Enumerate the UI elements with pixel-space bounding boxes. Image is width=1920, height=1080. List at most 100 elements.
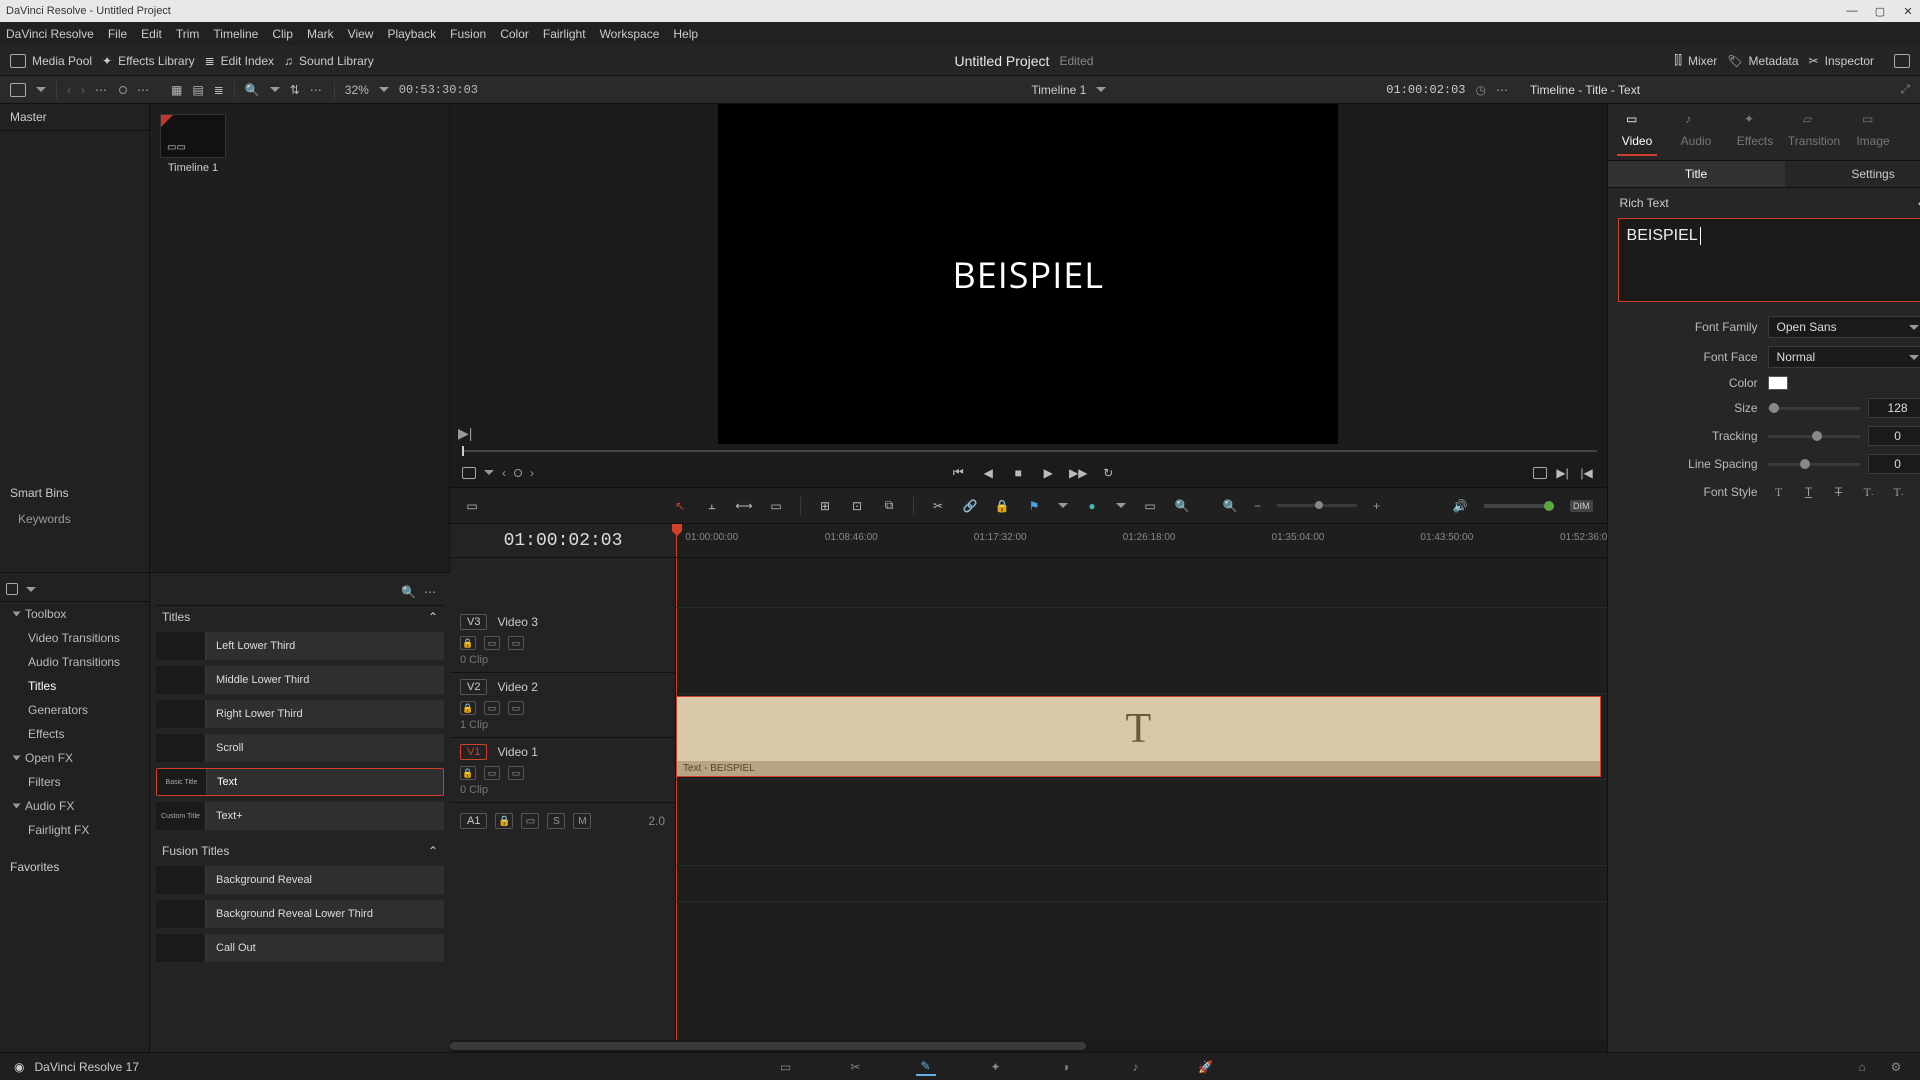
auto-select-icon[interactable]: ▭ [484, 766, 500, 780]
track-header-a1[interactable]: A1 🔒 ▭ S M 2.0 [450, 803, 675, 839]
metadata-toggle[interactable]: 🏷Metadata [1727, 54, 1798, 68]
options-icon[interactable]: ⋯ [310, 83, 324, 97]
chevron-down-icon[interactable] [379, 87, 389, 92]
search-icon[interactable]: 🔍 [245, 83, 260, 97]
goto-out-icon[interactable]: |◀ [1579, 465, 1595, 481]
zoom-level[interactable]: 32% [345, 83, 369, 97]
style-superscript-icon[interactable]: T. [1858, 482, 1880, 502]
expand-icon[interactable]: ⤢ [1900, 82, 1910, 97]
style-strike-icon[interactable]: T [1828, 482, 1850, 502]
sort-icon[interactable]: ⇅ [290, 83, 300, 97]
menu-item[interactable]: File [108, 27, 127, 41]
timeline-ruler[interactable]: 01:00:00:00 01:08:46:00 01:17:32:00 01:2… [676, 524, 1607, 557]
overwrite-icon[interactable]: ⊡ [849, 498, 865, 514]
toolbox-item[interactable]: Audio Transitions [0, 650, 149, 674]
toolbox-root[interactable]: Toolbox [0, 602, 149, 626]
zoom-to-fit-icon[interactable]: 🔍 [1174, 498, 1190, 514]
prev-frame-icon[interactable]: ◀ [980, 465, 996, 481]
viewer-timecode[interactable]: 01:00:02:03 [1386, 83, 1465, 97]
title-preset[interactable]: Middle Lower Third [156, 666, 444, 694]
inspector-tab-video[interactable]: ▭Video [1610, 112, 1664, 156]
inspector-tab-audio[interactable]: ♪Audio [1669, 112, 1723, 156]
crop-icon[interactable] [1533, 467, 1547, 479]
menu-item[interactable]: Help [673, 27, 698, 41]
fullscreen-icon[interactable] [1894, 54, 1910, 68]
title-preset[interactable]: Scroll [156, 734, 444, 762]
style-underline-icon[interactable]: T [1798, 482, 1820, 502]
stop-icon[interactable]: ■ [1010, 465, 1026, 481]
toolbox-item[interactable]: Generators [0, 698, 149, 722]
collapse-icon[interactable]: ⌃ [428, 844, 438, 858]
zoom-slider[interactable] [1277, 504, 1357, 507]
menu-item[interactable]: Fusion [450, 27, 486, 41]
record-icon[interactable] [119, 86, 127, 94]
marker-icon[interactable]: ● [1084, 498, 1100, 514]
goto-in-icon[interactable]: ▶| [1555, 465, 1571, 481]
page-deliver-icon[interactable]: 🚀 [1196, 1058, 1216, 1076]
next-frame-icon[interactable]: ▶▶ [1070, 465, 1086, 481]
auto-select-icon[interactable]: ▭ [484, 636, 500, 650]
size-value[interactable]: 128 [1868, 398, 1920, 418]
timeline-view-icon[interactable]: ▭ [464, 498, 480, 514]
effects-library-toggle[interactable]: ✦Effects Library [102, 54, 195, 68]
lock-icon[interactable]: 🔒 [994, 498, 1010, 514]
chevron-down-icon[interactable] [270, 87, 280, 92]
page-edit-icon[interactable]: ✎ [916, 1058, 936, 1076]
menu-item[interactable]: View [348, 27, 374, 41]
chevron-down-icon[interactable] [1096, 87, 1106, 92]
zoom-minus-icon[interactable]: − [1254, 499, 1261, 513]
toolbox-item-titles[interactable]: Titles [0, 674, 149, 698]
trim-tool-icon[interactable]: ⫠ [704, 498, 720, 514]
timeline-name[interactable]: Timeline 1 [1031, 83, 1086, 97]
minimize-icon[interactable]: — [1846, 5, 1858, 17]
tracking-value[interactable]: 0 [1868, 426, 1920, 446]
media-clip[interactable]: ▭▭ Timeline 1 [160, 114, 226, 174]
toolbox-item[interactable]: Effects [0, 722, 149, 746]
font-family-dropdown[interactable]: Open Sans [1768, 316, 1920, 338]
sync-icon[interactable]: ◷ [1476, 83, 1486, 97]
playhead[interactable] [676, 524, 677, 557]
size-slider[interactable] [1768, 407, 1860, 410]
lock-icon[interactable]: 🔒 [460, 636, 476, 650]
viewer-options-icon[interactable]: ⋯ [1496, 83, 1510, 97]
menu-item[interactable]: Fairlight [543, 27, 586, 41]
inspector-tab-effects[interactable]: ✦Effects [1728, 112, 1782, 156]
panel-icon[interactable] [6, 583, 18, 595]
mute-icon[interactable]: 🔊 [1452, 498, 1468, 514]
disable-icon[interactable]: ▭ [508, 636, 524, 650]
dynamic-trim-icon[interactable]: ⟷ [736, 498, 752, 514]
color-swatch[interactable] [1768, 376, 1788, 390]
volume-slider[interactable] [1484, 504, 1554, 508]
inspector-subtab-settings[interactable]: Settings [1785, 161, 1920, 187]
menu-item[interactable]: DaVinci Resolve [6, 27, 94, 41]
first-frame-icon[interactable]: ⏮ [950, 465, 966, 481]
fusion-title-preset[interactable]: Background Reveal [156, 866, 444, 894]
menu-item[interactable]: Clip [272, 27, 293, 41]
maximize-icon[interactable]: ▢ [1874, 5, 1886, 17]
jog-bar[interactable] [450, 444, 1607, 458]
mixer-toggle[interactable]: ⫿⫿Mixer [1674, 53, 1717, 68]
edit-index-toggle[interactable]: ≣Edit Index [205, 54, 274, 68]
match-frame-icon[interactable] [462, 467, 476, 479]
linespacing-slider[interactable] [1768, 463, 1860, 466]
title-preset-text[interactable]: Basic TitleText [156, 768, 444, 796]
auto-select-icon[interactable]: ▭ [484, 701, 500, 715]
master-bin[interactable]: Master [0, 104, 149, 131]
menu-item[interactable]: Playback [387, 27, 436, 41]
title-preset[interactable]: Custom TitleText+ [156, 802, 444, 830]
menu-item[interactable]: Timeline [213, 27, 258, 41]
insert-icon[interactable]: ⊞ [817, 498, 833, 514]
selection-tool-icon[interactable]: ↖ [672, 498, 688, 514]
nav-fwd-icon[interactable]: › [81, 83, 85, 97]
page-media-icon[interactable]: ▭ [776, 1058, 796, 1076]
zoom-plus-icon[interactable]: + [1373, 499, 1380, 513]
mute-button[interactable]: M [573, 813, 591, 829]
home-icon[interactable]: ⌂ [1852, 1058, 1872, 1076]
lock-icon[interactable]: 🔒 [495, 813, 513, 829]
page-fairlight-icon[interactable]: ♪ [1126, 1058, 1146, 1076]
close-icon[interactable]: ✕ [1902, 5, 1914, 17]
collapse-icon[interactable]: ⌃ [428, 610, 438, 624]
thumb-view-icon[interactable]: ▦ [171, 83, 182, 97]
toolbox-audiofx[interactable]: Audio FX [0, 794, 149, 818]
tracking-slider[interactable] [1768, 435, 1860, 438]
